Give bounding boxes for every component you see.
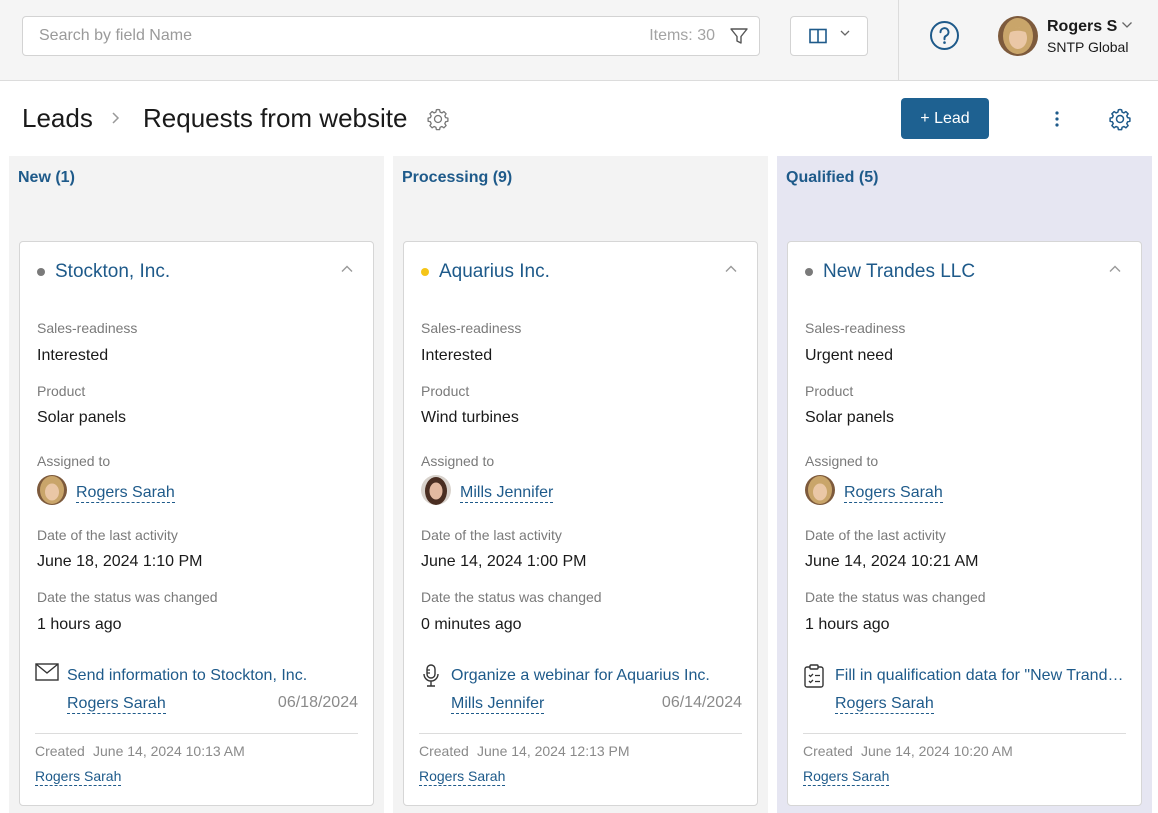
last-activity-value: June 18, 2024 1:10 PM [37, 553, 203, 570]
column-title: Qualified (5) [786, 169, 879, 186]
clipboard-checklist-icon [803, 663, 825, 694]
breadcrumb-root[interactable]: Leads [22, 103, 93, 134]
view-mode-button[interactable] [790, 16, 868, 56]
task-due-date: 06/18/2024 [277, 694, 358, 711]
assignee-link[interactable]: Rogers Sarah [76, 483, 175, 503]
user-name[interactable]: Rogers S [1047, 18, 1117, 36]
last-activity-value: June 14, 2024 1:00 PM [421, 553, 587, 570]
task-due-date: 06/14/2024 [661, 694, 742, 711]
sales-readiness-value: Interested [37, 347, 109, 364]
field-label: Sales-readiness [37, 320, 138, 336]
lead-card[interactable]: New Trandes LLC Sales-readiness Urgent n… [787, 241, 1142, 806]
envelope-icon [35, 663, 59, 686]
help-icon[interactable] [929, 20, 960, 51]
status-dot [421, 268, 429, 276]
divider [898, 0, 899, 81]
creator-link[interactable]: Rogers Sarah [803, 768, 890, 786]
field-label: Date of the last activity [37, 527, 178, 543]
product-value: Solar panels [37, 409, 126, 426]
filter-icon[interactable] [729, 26, 749, 46]
field-label: Sales-readiness [805, 320, 906, 336]
field-label: Date the status was changed [421, 589, 602, 605]
top-bar: Items: 30 Rogers S SNTP Global [0, 0, 1158, 81]
field-label: Product [37, 383, 86, 399]
assignee-link[interactable]: Mills Jennifer [460, 483, 554, 503]
task-assignee-link[interactable]: Rogers Sarah [835, 694, 934, 714]
avatar[interactable] [998, 16, 1038, 56]
field-label: Date the status was changed [37, 589, 218, 605]
task-title-link[interactable]: Send information to Stockton, Inc. [67, 667, 359, 685]
last-activity-value: June 14, 2024 10:21 AM [805, 553, 979, 570]
creator-link[interactable]: Rogers Sarah [35, 768, 122, 786]
settings-gear-icon[interactable] [1108, 107, 1132, 131]
kanban-column-0: New (1) Stockton, Inc. Sales-readiness I… [9, 156, 384, 813]
avatar [37, 475, 67, 505]
created-label: Created [803, 743, 853, 759]
field-label: Date of the last activity [421, 527, 562, 543]
product-value: Wind turbines [421, 409, 519, 426]
sales-readiness-value: Interested [421, 347, 493, 364]
divider [35, 733, 358, 734]
field-label: Date the status was changed [805, 589, 986, 605]
status-changed-value: 1 hours ago [805, 616, 890, 633]
lead-card[interactable]: Aquarius Inc. Sales-readiness Interested… [403, 241, 758, 806]
company-name[interactable]: Aquarius Inc. [439, 261, 550, 283]
field-label: Product [421, 383, 470, 399]
avatar [421, 475, 451, 505]
chevron-up-icon[interactable] [724, 264, 738, 274]
status-changed-value: 1 hours ago [37, 616, 122, 633]
column-title: New (1) [18, 169, 75, 186]
created-label: Created [419, 743, 469, 759]
chevron-right-icon [112, 112, 120, 124]
field-label: Assigned to [805, 453, 879, 469]
sales-readiness-value: Urgent need [805, 347, 894, 364]
divider [419, 733, 742, 734]
avatar [805, 475, 835, 505]
items-count: Items: 30 [649, 27, 715, 44]
created-date: June 14, 2024 10:13 AM [93, 743, 245, 759]
chevron-up-icon[interactable] [1108, 264, 1122, 274]
search-input[interactable] [23, 17, 623, 55]
columns-icon [809, 28, 827, 44]
task-assignee-link[interactable]: Mills Jennifer [451, 694, 545, 714]
field-label: Assigned to [37, 453, 111, 469]
chevron-up-icon[interactable] [340, 264, 354, 274]
status-dot [805, 268, 813, 276]
field-label: Assigned to [421, 453, 495, 469]
lead-card[interactable]: Stockton, Inc. Sales-readiness Intereste… [19, 241, 374, 806]
product-value: Solar panels [805, 409, 894, 426]
field-label: Product [805, 383, 854, 399]
company-name[interactable]: Stockton, Inc. [55, 261, 170, 283]
created-label: Created [35, 743, 85, 759]
creator-link[interactable]: Rogers Sarah [419, 768, 506, 786]
divider [803, 733, 1126, 734]
kanban-column-1: Processing (9) Aquarius Inc. Sales-readi… [393, 156, 768, 813]
column-title: Processing (9) [402, 169, 513, 186]
task-title-link[interactable]: Fill in qualification data for "New Tran… [835, 667, 1127, 685]
status-changed-value: 0 minutes ago [421, 616, 522, 633]
chevron-down-icon [840, 30, 850, 36]
field-label: Sales-readiness [421, 320, 522, 336]
more-options-icon[interactable] [1046, 106, 1068, 132]
assignee-link[interactable]: Rogers Sarah [844, 483, 943, 503]
chevron-down-icon[interactable] [1121, 21, 1133, 29]
task-assignee-link[interactable]: Rogers Sarah [67, 694, 166, 714]
user-organization: SNTP Global [1047, 39, 1129, 55]
page-title: Requests from website [143, 103, 408, 133]
status-dot [37, 268, 45, 276]
created-date: June 14, 2024 10:20 AM [861, 743, 1013, 759]
task-title-link[interactable]: Organize a webinar for Aquarius Inc. [451, 667, 743, 685]
microphone-icon [419, 663, 443, 694]
search-box[interactable]: Items: 30 [22, 16, 760, 56]
gear-icon[interactable] [426, 107, 450, 131]
kanban-column-2: Qualified (5) New Trandes LLC Sales-read… [777, 156, 1152, 813]
add-lead-button[interactable]: + Lead [901, 98, 989, 139]
company-name[interactable]: New Trandes LLC [823, 261, 975, 283]
field-label: Date of the last activity [805, 527, 946, 543]
created-date: June 14, 2024 12:13 PM [477, 743, 630, 759]
